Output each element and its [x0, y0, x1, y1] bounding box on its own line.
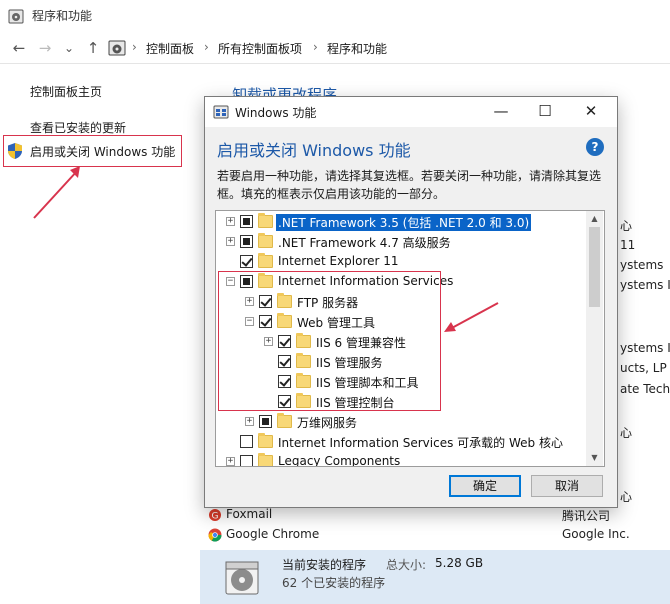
status-title: 当前安装的程序 — [282, 558, 367, 572]
scroll-down-icon[interactable]: ▼ — [586, 450, 603, 466]
publisher-fragment: 11 — [620, 238, 636, 252]
feature-label: Internet Information Services 可承载的 Web 核… — [278, 436, 563, 450]
program-publisher: Google Inc. — [562, 527, 630, 541]
annotation-arrow — [33, 166, 80, 219]
programs-app-icon — [8, 9, 24, 24]
publisher-fragment: ystems Inc — [620, 278, 670, 292]
tree-row[interactable]: + .NET Framework 4.7 高级服务 — [216, 232, 588, 252]
publisher-fragment: ystems — [620, 258, 664, 272]
folder-icon — [258, 433, 273, 448]
folder-icon — [258, 253, 273, 268]
sidebar-item-updates[interactable]: 查看已安装的更新 — [30, 119, 126, 136]
foxmail-icon: G — [209, 509, 221, 522]
back-arrow-icon[interactable]: ← — [10, 38, 28, 58]
close-icon[interactable]: ✕ — [577, 100, 605, 122]
cancel-button[interactable]: 取消 — [531, 475, 603, 497]
installed-count: 62 个已安装的程序 — [282, 576, 386, 590]
feature-label: .NET Framework 4.7 高级服务 — [278, 236, 451, 250]
address-bar: ← → ⌄ ↑ › 控制面板 › 所有控制面板项 › 程序和功能 — [0, 32, 670, 64]
tree-row[interactable]: + 万维网服务 — [216, 412, 588, 432]
feature-label: .NET Framework 3.5 (包括 .NET 2.0 和 3.0) — [274, 213, 533, 232]
folder-icon — [258, 453, 273, 466]
up-arrow-icon[interactable]: ↑ — [84, 38, 102, 58]
windows-features-icon — [213, 105, 229, 119]
list-item[interactable]: G Foxmail 腾讯公司 — [206, 505, 670, 525]
folder-icon — [258, 233, 273, 248]
scroll-up-icon[interactable]: ▲ — [586, 211, 603, 227]
breadcrumb-separator: › — [204, 40, 209, 54]
help-icon[interactable]: ? — [586, 138, 604, 156]
expand-icon[interactable]: + — [245, 417, 254, 426]
forward-arrow-icon[interactable]: → — [36, 38, 54, 58]
feature-checkbox[interactable] — [240, 255, 253, 268]
tree-row[interactable]: + Legacy Components — [216, 452, 588, 467]
expand-icon[interactable]: + — [226, 457, 235, 466]
feature-checkbox[interactable] — [240, 455, 253, 466]
program-name: Google Chrome — [226, 527, 320, 541]
expand-icon[interactable]: + — [226, 217, 235, 226]
tree-scrollbar[interactable]: ▲ ▼ — [586, 211, 603, 466]
folder-icon — [258, 213, 273, 228]
breadcrumb-separator: › — [313, 40, 318, 54]
publisher-fragment: 心 — [620, 219, 633, 233]
minimize-icon[interactable]: — — [487, 100, 515, 122]
svg-text:G: G — [212, 512, 219, 522]
window-title: 程序和功能 — [32, 9, 93, 23]
publisher-fragment: ystems Inc — [620, 341, 670, 355]
dialog-description: 若要启用一种功能，请选择其复选框。若要关闭一种功能，请清除其复选框。填充的框表示… — [217, 169, 602, 201]
feature-label: Legacy Components — [278, 454, 401, 467]
dialog-heading: 启用或关闭 Windows 功能 — [217, 141, 411, 160]
feature-checkbox[interactable] — [240, 215, 253, 228]
total-size-label: 总大小: — [386, 558, 427, 572]
total-size-value: 5.28 GB — [435, 556, 484, 570]
control-panel-icon — [108, 40, 126, 56]
expand-icon[interactable]: + — [226, 237, 235, 246]
scroll-thumb[interactable] — [589, 227, 600, 307]
ok-button[interactable]: 确定 — [449, 475, 521, 497]
feature-label: 万维网服务 — [297, 416, 358, 430]
publisher-fragment: ucts, LP — [620, 361, 667, 375]
program-name: Foxmail — [226, 507, 273, 521]
tree-row[interactable]: + .NET Framework 3.5 (包括 .NET 2.0 和 3.0) — [216, 212, 588, 232]
breadcrumb-programs[interactable]: 程序和功能 — [327, 40, 387, 57]
breadcrumb-all-items[interactable]: 所有控制面板项 — [218, 40, 302, 57]
breadcrumb-control-panel[interactable]: 控制面板 — [146, 40, 194, 57]
windows-features-dialog: Windows 功能 — ☐ ✕ 启用或关闭 Windows 功能 ? 若要启用… — [204, 96, 618, 508]
annotation-arrow — [444, 302, 499, 332]
feature-checkbox[interactable] — [240, 435, 253, 448]
chrome-icon — [208, 528, 222, 542]
breadcrumb-separator: › — [132, 40, 137, 54]
feature-checkbox[interactable] — [240, 235, 253, 248]
recent-dropdown-icon[interactable]: ⌄ — [60, 38, 78, 58]
publisher-fragment: 心 — [620, 426, 633, 440]
maximize-icon[interactable]: ☐ — [531, 100, 559, 122]
tree-row[interactable]: Internet Explorer 11 — [216, 252, 588, 272]
sidebar-item-home[interactable]: 控制面板主页 — [30, 83, 102, 100]
feature-label: Internet Explorer 11 — [278, 254, 399, 268]
publisher-fragment: ate Techno — [620, 382, 670, 396]
feature-checkbox[interactable] — [259, 415, 272, 428]
highlight-box — [218, 271, 441, 411]
program-publisher: 腾讯公司 — [562, 509, 611, 523]
tree-row[interactable]: Internet Information Services 可承载的 Web 核… — [216, 432, 588, 452]
dialog-title: Windows 功能 — [235, 106, 317, 120]
folder-icon — [277, 413, 292, 428]
publisher-fragment: 心 — [620, 490, 633, 504]
list-item[interactable]: Google Chrome Google Inc. — [206, 525, 670, 545]
status-bar: 当前安装的程序 总大小: 5.28 GB 62 个已安装的程序 — [200, 550, 670, 604]
window-titlebar: 程序和功能 — [0, 0, 670, 32]
installed-programs-icon — [225, 561, 259, 595]
dialog-titlebar: Windows 功能 — ☐ ✕ — [205, 97, 617, 127]
